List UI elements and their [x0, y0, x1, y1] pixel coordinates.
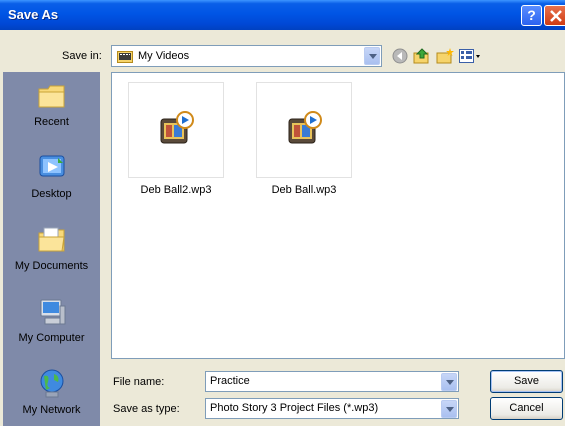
save-in-value: My Videos: [138, 50, 190, 62]
my-computer-icon: [40, 299, 65, 325]
file-name-label: File name:: [113, 376, 165, 388]
photo-story-project-icon: [288, 111, 322, 144]
new-folder-icon[interactable]: [436, 48, 454, 64]
save-button[interactable]: Save: [490, 370, 563, 393]
my-network-icon: [40, 369, 63, 398]
file-name-input[interactable]: Practice: [205, 371, 459, 392]
file-thumbnail: [256, 82, 352, 178]
file-name-label: Deb Ball2.wp3: [140, 184, 212, 196]
save-as-type-label: Save as type:: [113, 403, 180, 415]
desktop-icon: [39, 155, 64, 177]
save-as-type-dropdown-button[interactable]: [441, 400, 457, 418]
place-my-documents[interactable]: My Documents: [3, 224, 100, 272]
save-in-dropdown-button[interactable]: [364, 47, 380, 65]
save-in-label: Save in:: [62, 50, 102, 62]
place-label: My Computer: [18, 332, 85, 344]
file-item[interactable]: Deb Ball.wp3: [254, 82, 354, 196]
place-label: Desktop: [31, 188, 72, 200]
file-name-value: Practice: [210, 375, 250, 387]
file-item[interactable]: Deb Ball2.wp3: [126, 82, 226, 196]
file-list[interactable]: Deb Ball2.wp3 Deb Ball.wp3: [111, 72, 565, 359]
help-button[interactable]: ?: [521, 5, 542, 26]
save-as-type-value: Photo Story 3 Project Files (*.wp3): [210, 402, 379, 414]
place-label: My Documents: [14, 260, 89, 272]
view-menu-icon[interactable]: [459, 48, 481, 64]
recent-folder-icon: [38, 85, 64, 108]
photo-story-project-icon: [160, 111, 194, 144]
file-thumbnail: [128, 82, 224, 178]
my-documents-icon: [38, 227, 65, 252]
window-title: Save As: [8, 7, 59, 22]
file-name-dropdown-button[interactable]: [441, 373, 457, 391]
place-label: My Network: [22, 404, 81, 416]
save-as-dialog: Save As ? Save in: My Videos Recent Desk…: [0, 0, 565, 426]
back-icon[interactable]: [392, 48, 408, 64]
place-my-computer[interactable]: My Computer: [3, 296, 100, 344]
video-folder-icon: [117, 51, 133, 63]
place-recent[interactable]: Recent: [3, 80, 100, 128]
places-bar: Recent Desktop My Documents My Computer …: [3, 72, 100, 426]
title-bar[interactable]: Save As ?: [0, 0, 565, 30]
save-in-combo[interactable]: My Videos: [111, 45, 382, 67]
close-button[interactable]: [544, 5, 565, 26]
cancel-button[interactable]: Cancel: [490, 397, 563, 420]
file-name-label: Deb Ball.wp3: [271, 184, 337, 196]
place-desktop[interactable]: Desktop: [3, 152, 100, 200]
up-folder-icon[interactable]: [413, 48, 431, 64]
close-icon: [550, 10, 562, 22]
save-as-type-select[interactable]: Photo Story 3 Project Files (*.wp3): [205, 398, 459, 419]
place-my-network[interactable]: My Network: [3, 368, 100, 416]
place-label: Recent: [34, 116, 69, 128]
